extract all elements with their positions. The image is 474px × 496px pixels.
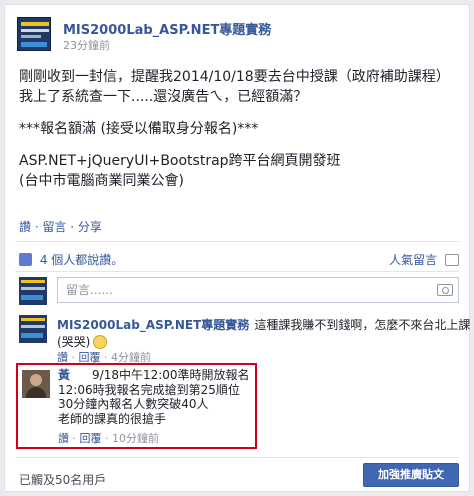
comment-input-row [19, 277, 459, 307]
top-comments-toggle[interactable]: 人氣留言 [389, 251, 459, 268]
highlighted-comment: 黃 9/18中午12:00準時開放報名 12:06時我報名完成搶到第25順位 30… [16, 363, 257, 449]
comment-text: 老師的課真的很搶手 [58, 411, 167, 426]
boost-post-button[interactable]: 加強推廣貼文 [363, 463, 459, 487]
comment-meta: 讚 · 回覆 · 10分鐘前 [58, 432, 159, 445]
comment-author-link[interactable]: MIS2000Lab_ASP.NET專題實務 [57, 318, 249, 332]
reach-count: 已觸及50名用戶 [19, 473, 107, 487]
comment-input[interactable] [57, 277, 459, 303]
post-line [19, 139, 459, 151]
top-comments-label: 人氣留言 [389, 253, 438, 267]
post-actions[interactable]: 讚 · 留言 · 分享 [19, 218, 102, 235]
comment-icon [445, 254, 459, 266]
page-name-link[interactable]: MIS2000Lab_ASP.NET專題實務 [63, 19, 271, 38]
post-line: ASP.NET+jQueryUI+Bootstrap跨平台網頁開發班 [19, 153, 341, 169]
post-header: MIS2000Lab_ASP.NET專題實務 23分鐘前 [17, 17, 457, 53]
post-line [19, 107, 459, 119]
comment-text: 12:06時我報名完成搶到第25順位 [58, 382, 240, 397]
comment-like-link[interactable]: 讚 [58, 432, 69, 445]
likes-row: 4 個人都說讚。 人氣留言 [19, 251, 459, 269]
comment-text: (哭哭) [57, 335, 91, 349]
post-timestamp[interactable]: 23分鐘前 [63, 37, 110, 53]
divider [15, 271, 459, 272]
comment-text: 9/18中午12:00準時開放報名 [92, 368, 250, 382]
post-card: MIS2000Lab_ASP.NET專題實務 23分鐘前 剛剛收到一封信，提醒我… [4, 4, 470, 492]
post-body: 剛剛收到一封信，提醒我2014/10/18要去台中授課（政府補助課程） 我上了系… [19, 67, 459, 191]
likes-count-link[interactable]: 4 個人都說讚。 [40, 251, 123, 268]
page-avatar[interactable] [17, 17, 51, 51]
commenter-avatar[interactable] [22, 370, 50, 398]
comment-author-link[interactable]: 黃 [58, 368, 70, 382]
comment-text: 30分鐘內報名人數突破40人 [58, 397, 209, 411]
user-avatar [19, 277, 47, 305]
post-line: ***報名額滿 (接受以備取身分報名)*** [19, 121, 259, 137]
divider [15, 241, 459, 242]
commenter-avatar[interactable] [19, 315, 47, 343]
comment-text: 這種課我賺不到錢啊，怎麼不來台北上課 [254, 318, 471, 332]
camera-icon[interactable] [437, 284, 453, 296]
comment-timestamp[interactable]: 10分鐘前 [112, 432, 159, 445]
smile-emoji-icon [93, 335, 108, 349]
divider [15, 457, 459, 458]
thumbs-up-icon [19, 253, 32, 266]
post-line: 我上了系統查一下.....還沒廣告ㄟ，已經額滿？ [19, 89, 308, 105]
comment-reply-link[interactable]: 回覆 [80, 432, 102, 445]
post-line: 剛剛收到一封信，提醒我2014/10/18要去台中授課（政府補助課程） [19, 69, 450, 85]
post-line: (台中市電腦商業同業公會) [19, 173, 184, 189]
